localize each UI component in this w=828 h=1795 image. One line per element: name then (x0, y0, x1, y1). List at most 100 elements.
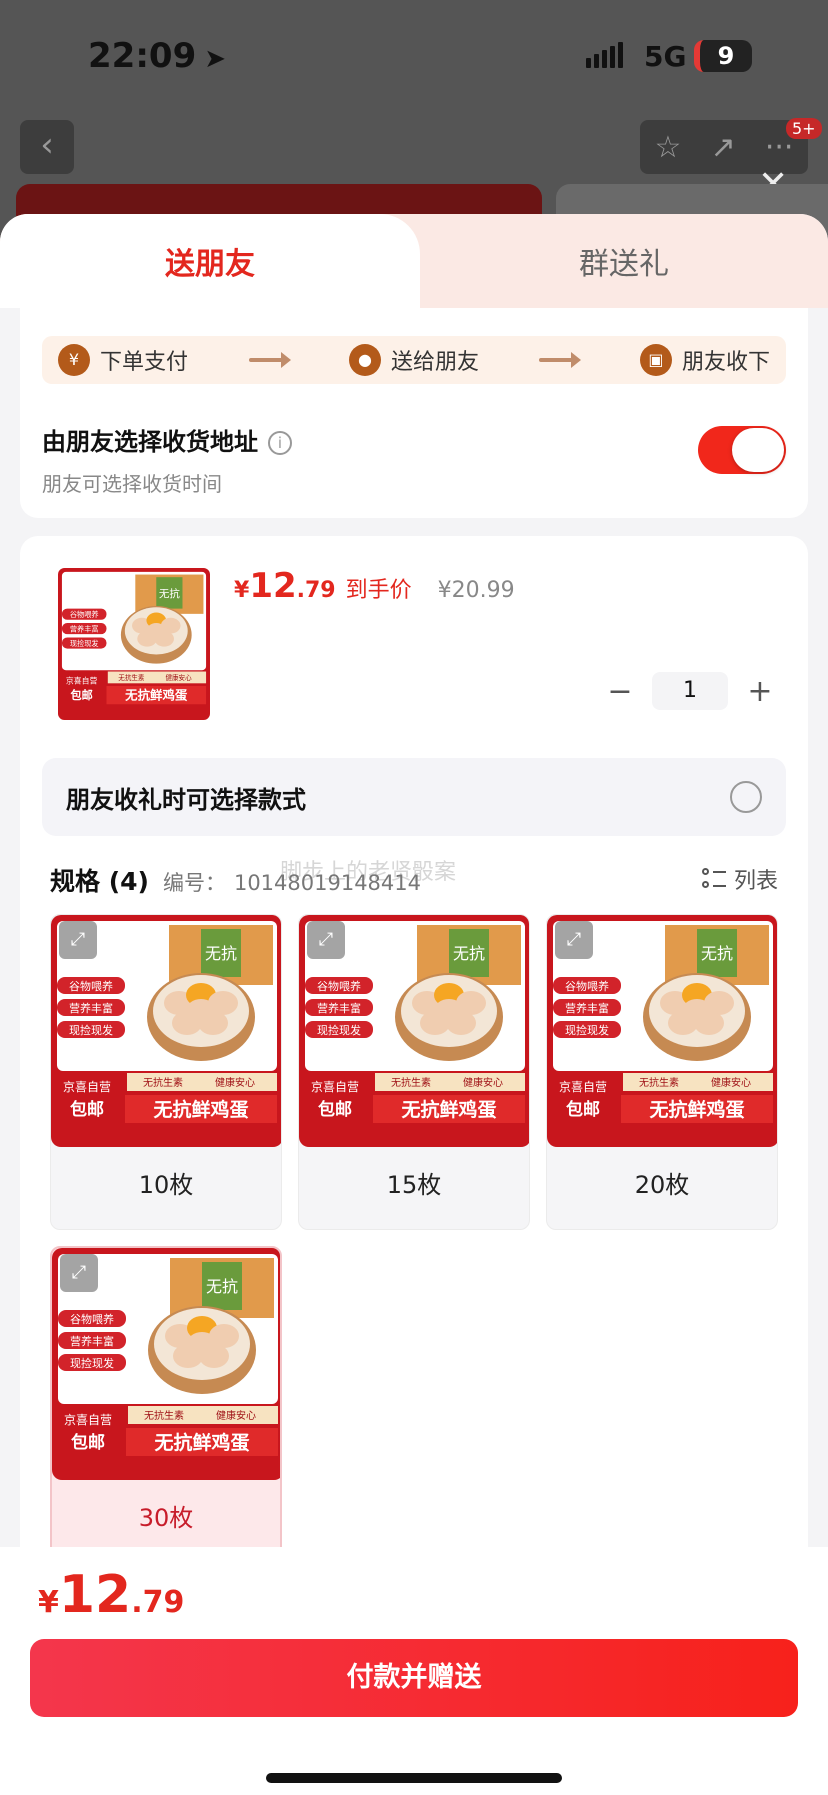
svg-text:健康安心: 健康安心 (463, 1076, 503, 1089)
svg-text:无抗鲜鸡蛋: 无抗鲜鸡蛋 (649, 1098, 744, 1121)
arrow-right-icon (539, 352, 582, 368)
product-thumbnail[interactable]: 无抗谷物喂养营养丰富现捡现发无抗生素 健康安心 京喜自营包邮 无抗鲜鸡蛋 (58, 568, 210, 720)
svg-text:谷物喂养: 谷物喂养 (70, 1312, 114, 1326)
svg-text:营养丰富: 营养丰富 (69, 1001, 113, 1015)
svg-text:京喜自营: 京喜自营 (66, 675, 98, 685)
total-price: ¥ 12 .79 (38, 1565, 184, 1625)
toggle-knob (732, 428, 784, 472)
svg-text:包邮: 包邮 (318, 1099, 352, 1120)
price-decimal: .79 (296, 578, 336, 603)
expand-icon[interactable]: ⤢ (555, 921, 593, 959)
svg-text:营养丰富: 营养丰富 (70, 1334, 114, 1348)
tab-send-friend[interactable]: 送朋友 (0, 214, 420, 308)
minus-button[interactable]: − (602, 674, 638, 709)
spec-label: 15枚 (386, 1171, 442, 1199)
svg-text:谷物喂养: 谷物喂养 (70, 610, 99, 619)
signal-icon (586, 42, 623, 68)
plus-button[interactable]: + (742, 674, 778, 709)
svg-text:健康安心: 健康安心 (711, 1076, 751, 1089)
svg-text:无抗: 无抗 (701, 944, 733, 963)
spec-number-label: 编号： (162, 871, 226, 895)
wechat-icon: ● (348, 344, 381, 376)
svg-text:健康安心: 健康安心 (165, 673, 192, 682)
back-button[interactable]: ‹ (20, 120, 74, 174)
address-toggle[interactable] (698, 426, 786, 474)
network-label: 5G (644, 40, 687, 73)
gift-icon: ▣ (639, 344, 672, 376)
quantity-stepper: − 1 + (602, 672, 778, 710)
home-indicator (266, 1773, 562, 1783)
arrow-right-icon (248, 352, 291, 368)
svg-text:无抗生素: 无抗生素 (144, 1409, 184, 1422)
share-icon[interactable]: ↗ (711, 130, 736, 165)
spec-card[interactable]: 无抗 谷物喂养 营养丰富 现捡现发 无抗生素 健康安心 京喜自营 包邮 无抗鲜鸡蛋 ⤢ 15枚 (298, 914, 530, 1230)
choose-style-row[interactable]: 朋友收礼时可选择款式 (42, 758, 786, 836)
svg-text:无抗鲜鸡蛋: 无抗鲜鸡蛋 (401, 1098, 496, 1121)
price-label: 到手价 (345, 578, 412, 603)
svg-text:营养丰富: 营养丰富 (317, 1001, 361, 1015)
list-icon (701, 868, 726, 890)
price-currency: ¥ (234, 578, 250, 603)
status-bar: 22:09 ➤ 5G 9 (0, 0, 828, 110)
svg-text:健康安心: 健康安心 (215, 1076, 255, 1089)
total-currency: ¥ (38, 1585, 59, 1620)
expand-icon[interactable]: ⤢ (307, 921, 345, 959)
spec-label: 10枚 (138, 1171, 194, 1199)
svg-text:现捡现发: 现捡现发 (70, 639, 99, 648)
svg-text:京喜自营: 京喜自营 (64, 1413, 112, 1427)
original-price: ¥20.99 (437, 578, 515, 603)
yuan-icon: ¥ (58, 344, 90, 376)
spec-card[interactable]: 无抗 谷物喂养 营养丰富 现捡现发 无抗生素 健康安心 京喜自营 包邮 无抗鲜鸡蛋 ⤢ 10枚 (50, 914, 282, 1230)
step-label: 朋友收下 (681, 350, 770, 375)
step-label: 下单支付 (100, 350, 189, 375)
svg-text:京喜自营: 京喜自营 (559, 1080, 607, 1094)
svg-text:健康安心: 健康安心 (216, 1409, 256, 1422)
total-integer: 12 (58, 1565, 132, 1625)
svg-text:包邮: 包邮 (69, 688, 92, 702)
radio-button[interactable] (730, 781, 762, 813)
svg-text:无抗生素: 无抗生素 (118, 673, 145, 682)
step-send: ● 送给朋友 (348, 344, 479, 376)
svg-text:包邮: 包邮 (566, 1099, 600, 1120)
svg-text:现捡现发: 现捡现发 (70, 1356, 114, 1370)
step-receive: ▣ 朋友收下 (639, 344, 770, 376)
choose-style-label: 朋友收礼时可选择款式 (66, 785, 306, 814)
battery-icon: 9 (694, 40, 752, 72)
svg-text:现捡现发: 现捡现发 (69, 1023, 113, 1037)
svg-text:无抗生素: 无抗生素 (391, 1076, 431, 1089)
product-card: 无抗 谷物喂养 营养丰富 现捡现发 无抗生素 健康安心 京喜自营 包邮 无抗鲜鸡蛋 ¥ 12 .… (20, 536, 808, 1616)
quantity-value[interactable]: 1 (652, 672, 728, 710)
address-subtitle: 朋友可选择收货时间 (42, 472, 222, 496)
bottom-bar: ¥ 12 .79 付款并赠送 (0, 1547, 828, 1795)
info-icon[interactable]: i (268, 431, 292, 455)
star-icon[interactable]: ☆ (655, 130, 682, 165)
svg-text:无抗鲜鸡蛋: 无抗鲜鸡蛋 (153, 1098, 248, 1121)
expand-icon[interactable]: ⤢ (60, 1254, 98, 1292)
svg-text:包邮: 包邮 (71, 1432, 105, 1453)
svg-text:京喜自营: 京喜自营 (311, 1080, 359, 1094)
spec-title: 规格 (4) (50, 867, 149, 896)
svg-text:无抗鲜鸡蛋: 无抗鲜鸡蛋 (124, 688, 188, 703)
total-decimal: .79 (131, 1585, 185, 1620)
svg-text:谷物喂养: 谷物喂养 (69, 979, 113, 993)
tab-group-gift[interactable]: 群送礼 (420, 214, 828, 308)
svg-text:现捡现发: 现捡现发 (317, 1023, 361, 1037)
spec-label: 30枚 (138, 1504, 194, 1532)
list-view-button[interactable]: 列表 (701, 863, 778, 895)
spec-card[interactable]: 无抗 谷物喂养 营养丰富 现捡现发 无抗生素 健康安心 京喜自营 包邮 无抗鲜鸡蛋 ⤢ 20枚 (546, 914, 778, 1230)
svg-text:无抗鲜鸡蛋: 无抗鲜鸡蛋 (154, 1431, 249, 1454)
step-pay: ¥ 下单支付 (58, 344, 188, 376)
svg-text:无抗: 无抗 (453, 944, 485, 963)
svg-text:营养丰富: 营养丰富 (70, 625, 99, 634)
expand-icon[interactable]: ⤢ (59, 921, 97, 959)
spec-number-value: 10148019148414 (233, 871, 422, 895)
svg-text:包邮: 包邮 (70, 1099, 104, 1120)
pay-and-gift-button[interactable]: 付款并赠送 (30, 1639, 798, 1717)
message-badge: 5+ (786, 118, 822, 139)
svg-text:京喜自营: 京喜自营 (63, 1080, 111, 1094)
gift-sheet: 送朋友 群送礼 ¥ 下单支付 ● 送给朋友 ▣ 朋友收下 由朋友选择收货地址 i … (0, 214, 828, 1795)
svg-text:谷物喂养: 谷物喂养 (565, 979, 609, 993)
gift-steps: ¥ 下单支付 ● 送给朋友 ▣ 朋友收下 (42, 336, 786, 384)
spec-card-selected[interactable]: 无抗 谷物喂养 营养丰富 现捡现发 无抗生素 健康安心 京喜自营 包邮 无抗鲜鸡蛋 ⤢ 30枚 (50, 1246, 282, 1562)
svg-text:无抗: 无抗 (159, 587, 180, 600)
